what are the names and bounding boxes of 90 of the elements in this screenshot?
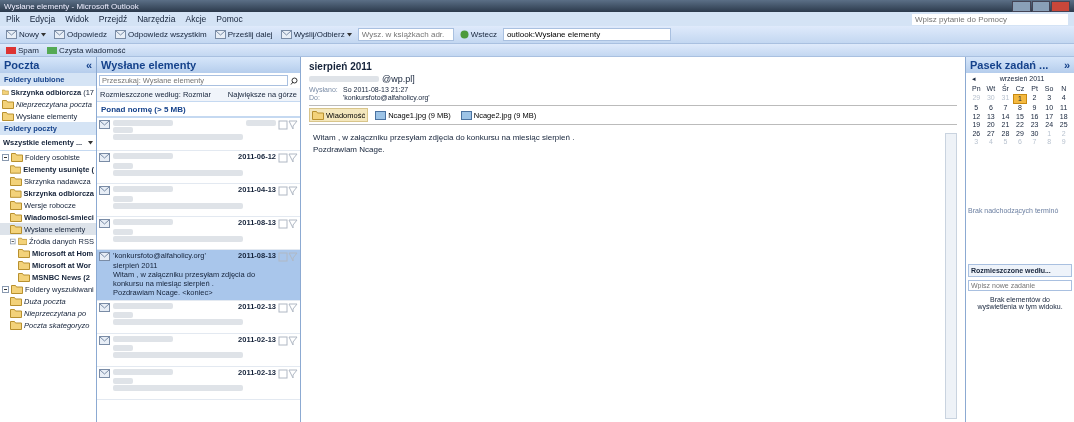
message-row[interactable] [97, 118, 300, 151]
group-header[interactable]: Ponad normę (> 5 MB) [97, 102, 300, 118]
envelope-icon [99, 252, 110, 261]
folder-icon [10, 308, 22, 318]
reply-all-button[interactable]: Odpowiedz wszystkim [113, 29, 209, 40]
envelope-icon [99, 368, 110, 378]
envelope-icon [99, 335, 110, 345]
folder-icon [312, 110, 324, 120]
pane-header: Poczta « [0, 57, 96, 73]
address-field[interactable]: outlook:Wysłane elementy [502, 28, 671, 41]
flag-icon[interactable] [278, 368, 298, 379]
folder-icon [10, 224, 22, 234]
menu-item[interactable]: Narzędzia [137, 14, 176, 24]
image-icon [460, 110, 472, 120]
folder-icon [10, 176, 22, 186]
envelope-icon [99, 219, 110, 228]
new-button[interactable]: Nowy [4, 29, 48, 40]
minimize-button[interactable] [1012, 0, 1031, 12]
folder-icon [18, 248, 30, 258]
folder-icon [10, 164, 22, 174]
caret-icon [41, 32, 46, 37]
envelope-icon [99, 153, 110, 162]
redacted-text [113, 368, 173, 375]
back-icon [459, 30, 469, 39]
folder-icon [10, 200, 22, 210]
folder-icon [2, 87, 9, 97]
pane-header: Pasek zadań ... » [966, 57, 1074, 73]
clean-icon [46, 46, 57, 54]
sender-address: @wp.pl] [382, 74, 415, 84]
menu-item[interactable]: Plik [6, 14, 20, 24]
menu-item[interactable]: Akcje [185, 14, 207, 24]
flag-icon[interactable] [278, 252, 298, 262]
collapse-icon[interactable] [2, 285, 9, 293]
collapse-icon[interactable] [10, 237, 16, 245]
flag-icon[interactable] [278, 302, 298, 313]
folder-icon [10, 188, 22, 198]
spam-icon [6, 46, 16, 54]
folder-icon [18, 260, 30, 270]
back-button[interactable]: Wstecz [457, 29, 499, 40]
scrollbar[interactable] [945, 133, 957, 419]
clean-message-button[interactable]: Czysta wiadomość [44, 44, 128, 56]
search-icon[interactable] [290, 76, 298, 85]
redacted-text [113, 186, 173, 192]
folder-icon [10, 296, 22, 306]
redacted-text [246, 120, 276, 126]
folder-icon [10, 320, 22, 330]
message-body-line: Witam , w załączniku przesyłam zdjęcia do konkursu na miesiąc sierpień . [313, 133, 576, 142]
pane-header: Wysłane elementy [97, 57, 300, 73]
envelope-icon [99, 186, 110, 195]
flag-icon[interactable] [278, 186, 298, 196]
reply-button[interactable]: Odpowiedz [52, 29, 110, 40]
message-subject: sierpień 2011 [309, 61, 373, 72]
folder-icon [18, 272, 30, 282]
envelope-icon [115, 30, 127, 39]
redacted-text [309, 76, 379, 82]
redacted-text [113, 302, 173, 309]
caret-icon [346, 32, 352, 37]
envelope-icon [54, 30, 65, 39]
redacted-text [113, 219, 173, 225]
menu-item[interactable]: Pomoc [216, 14, 243, 24]
menu-item[interactable]: Widok [65, 14, 89, 24]
menu-item[interactable]: Edycja [29, 14, 56, 24]
maximize-button[interactable] [1031, 0, 1051, 12]
collapse-button[interactable]: « [85, 59, 92, 71]
send-receive-button[interactable]: Wyślij/Odbierz [278, 29, 354, 40]
flag-icon[interactable] [278, 335, 298, 346]
redacted-text [113, 153, 173, 159]
folder-icon [2, 99, 14, 109]
flag-icon[interactable] [278, 153, 298, 163]
caret-icon [88, 140, 93, 145]
envelope-icon [99, 302, 110, 312]
image-icon [375, 110, 387, 120]
forward-button[interactable]: Prześlij dalej [212, 29, 275, 40]
close-button[interactable] [1051, 0, 1070, 12]
envelope-icon [6, 30, 17, 39]
menu-item[interactable]: Przejdź [98, 14, 128, 24]
help-search-field[interactable]: Wpisz pytanie do Pomocy [912, 13, 1068, 25]
flag-icon[interactable] [278, 219, 298, 229]
expand-button[interactable]: » [1063, 59, 1070, 71]
title-bar: Wysłane elementy - Microsoft Outlook [0, 0, 1074, 12]
collapse-icon[interactable] [2, 153, 9, 161]
address-book-search-field[interactable]: Wysz. w książkach adr. [357, 28, 454, 41]
folder-icon [11, 284, 23, 294]
envelope-icon [214, 30, 226, 39]
redacted-text [113, 335, 173, 342]
message-body-line: Pozdrawiam Ncage. [313, 145, 386, 154]
envelope-icon [99, 120, 110, 129]
envelope-icon [280, 30, 292, 39]
flag-icon[interactable] [278, 120, 298, 130]
spam-button[interactable]: Spam [4, 44, 41, 56]
